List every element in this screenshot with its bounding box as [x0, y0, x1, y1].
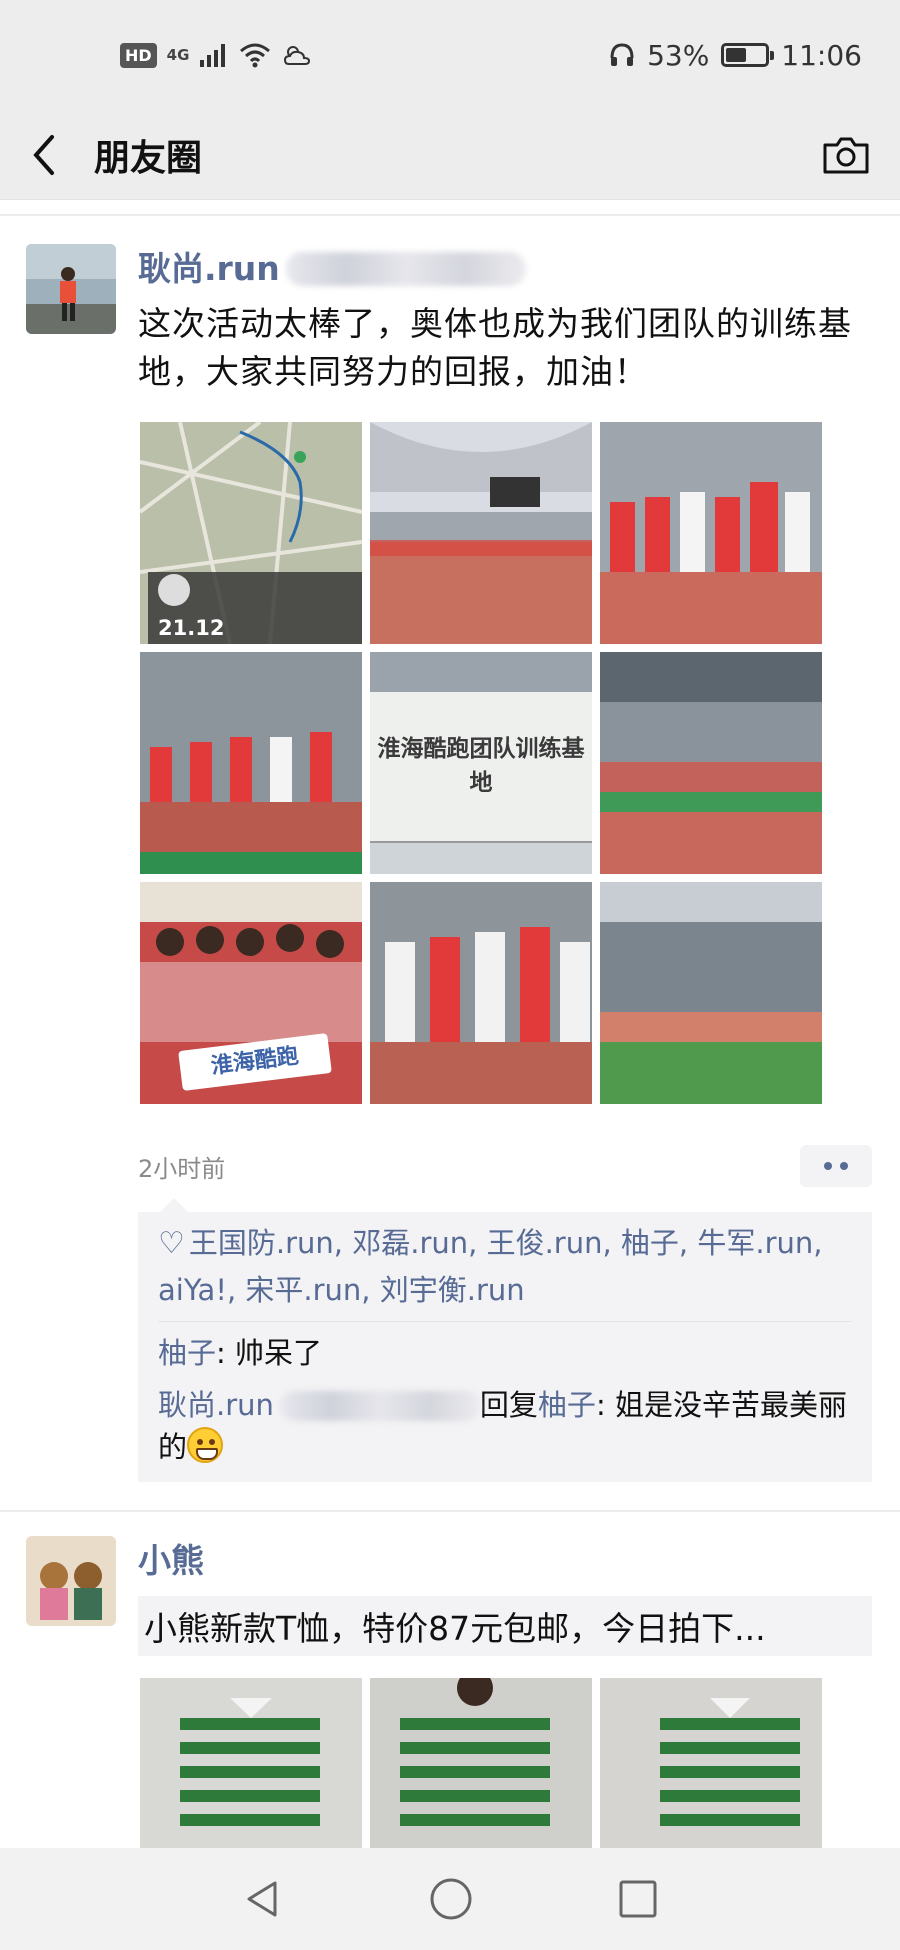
status-right: 53% 11:06 — [609, 39, 862, 72]
comment-text: 帅呆了 — [235, 1336, 323, 1370]
comment-item[interactable]: 柚子: 帅呆了 — [158, 1332, 852, 1374]
photo-stadium-crowd[interactable] — [600, 882, 822, 1104]
signal-icon — [200, 44, 226, 67]
chevron-left-icon[interactable] — [30, 133, 58, 177]
post-text: 小熊新款T恤，特价87元包邮，今日拍下... — [138, 1596, 872, 1656]
headphone-icon — [610, 43, 634, 66]
home-circle-icon[interactable] — [428, 1876, 474, 1922]
reply-target[interactable]: 柚子 — [538, 1388, 596, 1422]
sign-caption: 淮海酷跑团队训练基地 — [377, 736, 585, 796]
weather-cloud-icon — [284, 46, 311, 65]
status-left: HD 4G — [120, 42, 313, 68]
photo-stadium-wide[interactable] — [600, 652, 822, 874]
grin-emoji-icon — [187, 1427, 224, 1463]
avatar[interactable] — [26, 244, 116, 334]
likes-comments-panel: ♡ 王国防.run, 邓磊.run, 王俊.run, 柚子, 牛军.run, ai… — [138, 1198, 872, 1482]
blurred-name-suffix — [285, 252, 526, 286]
page-title: 朋友圈 — [94, 137, 203, 179]
photo-stadium-track[interactable] — [370, 422, 592, 644]
avatar[interactable] — [26, 1536, 116, 1626]
network-type: 4G — [166, 46, 190, 64]
photo-runners-2[interactable] — [140, 652, 362, 874]
post-text: 这次活动太棒了，奥体也成为我们团队的训练基地，大家共同努力的回报，加油！ — [138, 304, 852, 391]
battery-icon — [721, 43, 775, 67]
photo-training-base-sign[interactable]: 淮海酷跑团队训练基地 — [370, 652, 592, 874]
reply-word: 回复 — [479, 1388, 538, 1422]
photo-group-runners[interactable] — [370, 882, 592, 1104]
blurred-name-suffix — [279, 1391, 480, 1421]
camera-icon[interactable] — [822, 135, 870, 175]
comment-author[interactable]: 耿尚.run — [158, 1388, 274, 1422]
wifi-icon — [240, 43, 271, 68]
likes-list: ♡ 王国防.run, 邓磊.run, 王俊.run, 柚子, 牛军.run, ai… — [158, 1220, 852, 1322]
comment-author[interactable]: 柚子 — [158, 1336, 216, 1370]
post-username[interactable]: 耿尚.run — [138, 244, 872, 294]
run-distance: 21.12 — [158, 616, 225, 640]
moments-feed[interactable]: 耿尚.run 这次活动太棒了，奥体也成为我们团队的训练基地，大家共同努力的回报，… — [0, 216, 900, 1900]
comment-item[interactable]: 耿尚.run 回复柚子: 姐是没辛苦最美丽的 — [158, 1384, 852, 1468]
top-nav-bar: 朋友圈 — [0, 110, 900, 200]
more-actions-button[interactable] — [800, 1145, 872, 1187]
post-meta-row: 2小时前 — [138, 1144, 872, 1188]
photo-grid: 21.12 淮海酷跑团队训练基地 淮海酷跑 — [140, 422, 872, 1104]
clock: 11:06 — [781, 38, 862, 72]
status-bar: HD 4G 53% 11:06 — [0, 0, 900, 110]
system-nav-bar — [0, 1848, 900, 1950]
photo-map[interactable]: 21.12 — [140, 422, 362, 644]
recents-square-icon[interactable] — [617, 1878, 659, 1920]
moment-post: 耿尚.run 这次活动太棒了，奥体也成为我们团队的训练基地，大家共同努力的回报，… — [0, 216, 900, 1482]
moment-post: 小熊 小熊新款T恤，特价87元包邮，今日拍下... — [0, 1512, 900, 1900]
post-time: 2小时前 — [138, 1154, 226, 1183]
heart-icon: ♡ — [158, 1226, 185, 1261]
photo-runners-1[interactable] — [600, 422, 822, 644]
battery-percent: 53% — [647, 38, 710, 72]
hd-badge: HD — [120, 42, 157, 68]
post-username[interactable]: 小熊 — [138, 1536, 872, 1586]
back-triangle-icon[interactable] — [241, 1877, 285, 1921]
photo-team-banner[interactable]: 淮海酷跑 — [140, 882, 362, 1104]
